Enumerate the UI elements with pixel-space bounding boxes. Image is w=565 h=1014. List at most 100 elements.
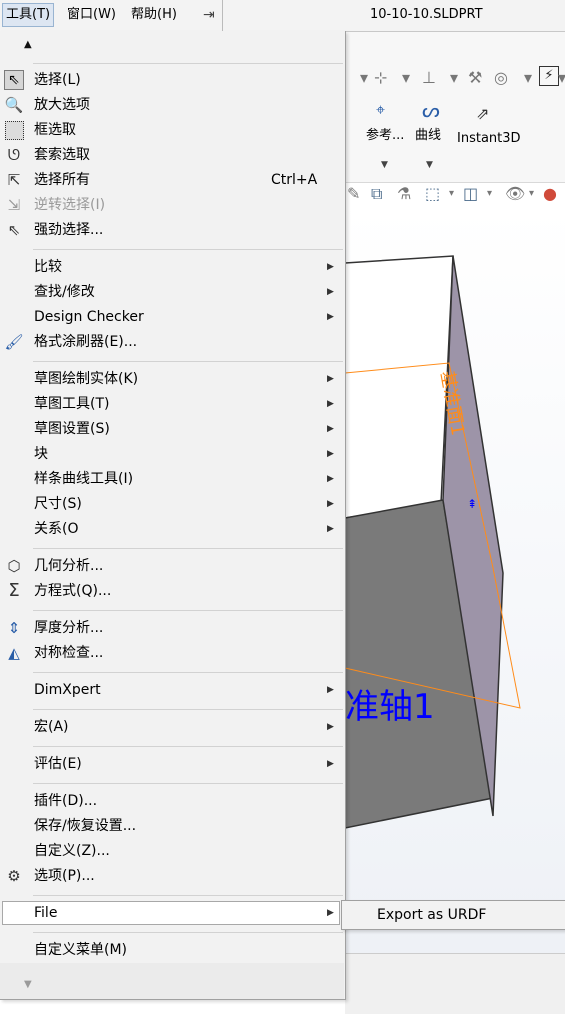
menu-item-power-select[interactable]: ⇖ 强劲选择... [0, 218, 344, 242]
command-manager: ▾ ⊹ ▾ ⊥ ▾ ⚒ ◎ ▾ ⚡ ▾ ⌖ ᔕ ⇗ ▼ ▼ [340, 32, 565, 183]
menu-item-format-painter[interactable]: 🖌 格式涂刷器(E)... [0, 330, 344, 354]
display-style-icon[interactable]: ⚗ [397, 184, 411, 203]
menu-separator [33, 63, 343, 64]
toolbar-caret-icon[interactable]: ▾ [450, 68, 458, 87]
menu-item-customize-menu[interactable]: 自定义菜单(M) [0, 938, 344, 962]
menu-item-thickness-analysis[interactable]: ⇕ 厚度分析... [0, 616, 344, 640]
submenu-arrow-icon: ▶ [327, 262, 334, 272]
toolbar-caret-icon[interactable]: ▾ [360, 68, 368, 87]
menu-item-magnify-select[interactable]: 🔍 放大选项 [0, 93, 344, 117]
view-orientation-icon[interactable]: ⧉ [371, 184, 382, 204]
menu-item-spline-tools[interactable]: 样条曲线工具(I) ▶ [0, 467, 344, 491]
toolbar-caret-icon[interactable]: ▾ [524, 68, 532, 87]
toolbar-caret-icon[interactable]: ▾ [487, 188, 492, 199]
submenu-arrow-icon: ▶ [327, 424, 334, 434]
select-arrow-icon: ⇖ [4, 70, 24, 90]
menu-item-sketch-tools[interactable]: 草图工具(T) ▶ [0, 392, 344, 416]
menu-item-options[interactable]: ⚙ 选项(P)... [0, 864, 344, 888]
menu-item-compare[interactable]: 比较 ▶ [0, 255, 344, 279]
status-area [345, 953, 565, 1014]
menu-separator [33, 249, 343, 250]
tools-icon[interactable]: ⚒ [468, 68, 482, 87]
scroll-up-arrow-icon[interactable]: ▲ [24, 39, 32, 50]
symmetry-check-icon: ◭ [8, 644, 20, 662]
instant3d-toggle-icon[interactable]: ⚡ [539, 66, 559, 86]
menu-item-geometry-analysis[interactable]: ⬡ 几何分析... [0, 554, 344, 578]
menu-item-add-ins[interactable]: 插件(D)... [0, 789, 344, 813]
select-all-icon: ⇱ [7, 171, 21, 189]
reference-geometry-icon[interactable]: ⌖ [376, 100, 385, 120]
view-cube-icon[interactable]: ◫ [463, 184, 478, 203]
menu-item-box-select[interactable]: 框选取 [0, 118, 344, 142]
menu-item-file[interactable]: File ▶ [2, 901, 340, 925]
menu-separator [33, 746, 343, 747]
menu-item-invert-selection[interactable]: ⇲ 逆转选择(I) [0, 193, 344, 217]
menu-item-find-modify[interactable]: 查找/修改 ▶ [0, 280, 344, 304]
menu-item-select[interactable]: ⇖ 选择(L) [0, 68, 344, 92]
appearance-icon[interactable]: ● [543, 184, 557, 203]
menu-separator [33, 895, 343, 896]
coordinate-system-icon[interactable]: ⊥ [422, 68, 436, 87]
reference-button-label[interactable]: 参考... [366, 124, 404, 143]
submenu-arrow-icon: ▶ [327, 399, 334, 409]
scroll-down-arrow-icon[interactable]: ▼ [24, 979, 32, 990]
instant3d-button-label[interactable]: Instant3D [457, 131, 521, 146]
submenu-arrow-icon: ▶ [327, 287, 334, 297]
menu-item-lasso-select[interactable]: ᘎ 套索选取 [0, 143, 344, 167]
model-view[interactable]: 基准面1 准轴1 ⇞ [345, 208, 565, 953]
menu-item-sketch-entities[interactable]: 草图绘制实体(K) ▶ [0, 367, 344, 391]
menu-item-dimxpert[interactable]: DimXpert ▶ [0, 678, 344, 702]
menu-tools[interactable]: 工具(T) [2, 3, 55, 27]
menu-item-symmetry-check[interactable]: ◭ 对称检查... [0, 641, 344, 665]
toolbar-caret-icon[interactable]: ▾ [558, 68, 565, 87]
menubar-divider [222, 0, 223, 31]
menu-item-dimensions[interactable]: 尺寸(S) ▶ [0, 492, 344, 516]
toolbar-caret-icon[interactable]: ▾ [402, 68, 410, 87]
menu-item-design-checker[interactable]: Design Checker ▶ [0, 305, 344, 329]
menu-item-blocks[interactable]: 块 ▶ [0, 442, 344, 466]
file-submenu: Export as URDF [341, 900, 565, 930]
menu-separator [33, 548, 343, 549]
curve-icon[interactable]: ᔕ [422, 98, 440, 122]
menu-item-customize[interactable]: 自定义(Z)... [0, 839, 344, 863]
sigma-icon: Σ [8, 580, 20, 601]
menu-separator [33, 783, 343, 784]
reference-point-icon[interactable]: ⊹ [374, 68, 387, 87]
menu-item-relations[interactable]: 关系(O ▶ [0, 517, 344, 541]
power-select-icon: ⇖ [7, 221, 21, 239]
origin-marker-icon: ⇞ [467, 497, 477, 511]
box-select-icon [5, 121, 24, 140]
submenu-arrow-icon: ▶ [327, 722, 334, 732]
curve-caret-icon[interactable]: ▼ [426, 160, 433, 170]
menu-help[interactable]: 帮助(H) [128, 4, 180, 26]
curve-button-label[interactable]: 曲线 [415, 124, 441, 143]
instant3d-icon[interactable]: ⇗ [476, 104, 489, 123]
menu-item-macro[interactable]: 宏(A) ▶ [0, 715, 344, 739]
pin-icon[interactable]: ⇥ [200, 4, 218, 26]
toolbar-caret-icon[interactable]: ▾ [529, 188, 534, 199]
invert-selection-icon: ⇲ [7, 196, 21, 214]
menu-item-evaluate[interactable]: 评估(E) ▶ [0, 752, 344, 776]
menu-window[interactable]: 窗口(W) [64, 4, 119, 26]
submenu-arrow-icon: ▶ [327, 499, 334, 509]
reference-caret-icon[interactable]: ▼ [381, 160, 388, 170]
scroll-down-area[interactable] [0, 963, 344, 999]
menu-item-export-urdf[interactable]: Export as URDF [377, 905, 486, 925]
eye-icon[interactable]: 👁 [505, 184, 525, 203]
gear-icon: ⚙ [7, 867, 21, 885]
menu-separator [33, 709, 343, 710]
target-icon[interactable]: ◎ [494, 68, 508, 87]
menu-item-save-restore-settings[interactable]: 保存/恢复设置... [0, 814, 344, 838]
toolbar-caret-icon[interactable]: ▾ [449, 188, 454, 199]
menu-item-select-all[interactable]: ⇱ 选择所有 Ctrl+A [0, 168, 344, 192]
menu-separator [33, 610, 343, 611]
submenu-arrow-icon: ▶ [327, 908, 334, 918]
geometry-analysis-icon: ⬡ [7, 557, 21, 575]
menu-item-sketch-settings[interactable]: 草图设置(S) ▶ [0, 417, 344, 441]
section-view-icon[interactable]: ✎ [347, 184, 360, 203]
hide-show-icon[interactable]: ⬚ [425, 184, 440, 203]
menu-item-equations[interactable]: Σ 方程式(Q)... [0, 579, 344, 603]
document-title: 10-10-10.SLDPRT [370, 7, 483, 22]
submenu-arrow-icon: ▶ [327, 374, 334, 384]
submenu-arrow-icon: ▶ [327, 759, 334, 769]
